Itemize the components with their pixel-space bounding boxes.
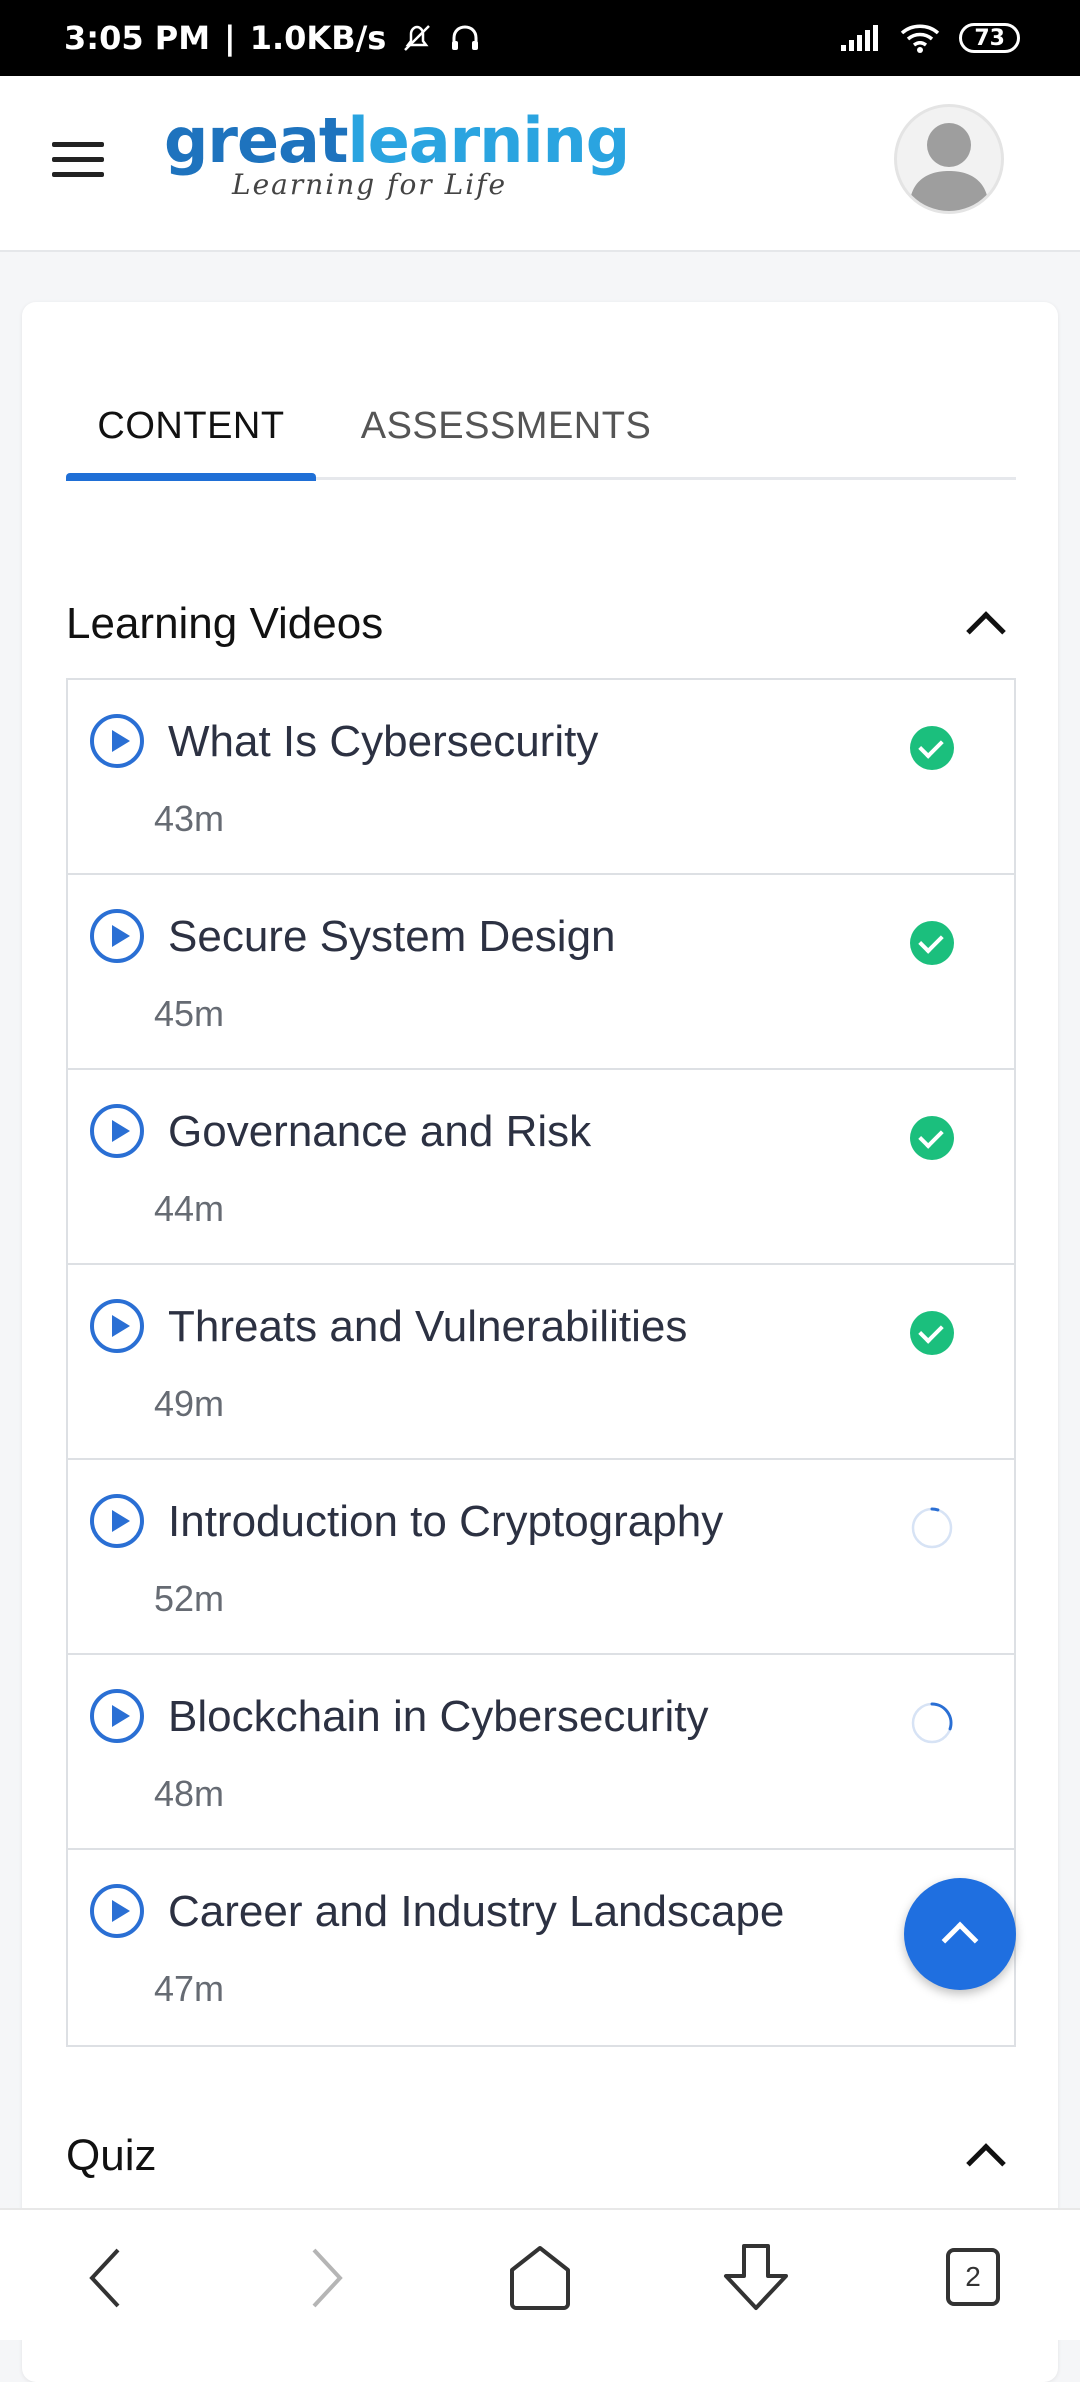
play-icon[interactable] <box>90 714 144 768</box>
chevron-up-icon[interactable] <box>966 611 1006 651</box>
video-title: Blockchain in Cybersecurity <box>168 1692 709 1741</box>
video-title: Career and Industry Landscape <box>168 1887 785 1936</box>
home-button[interactable] <box>492 2230 588 2326</box>
video-title: Introduction to Cryptography <box>168 1497 724 1546</box>
logo-part2: learning <box>347 104 630 177</box>
active-tab-indicator <box>66 473 316 481</box>
tabs-button[interactable]: 2 <box>924 2230 1020 2326</box>
back-button[interactable] <box>60 2230 156 2326</box>
home-icon <box>510 2246 570 2310</box>
progress-ring-icon <box>911 1702 953 1744</box>
video-duration: 45m <box>154 993 225 1034</box>
network-speed: 1.0KB/s <box>249 19 387 57</box>
battery-level: 73 <box>974 25 1005 51</box>
section-title: Learning Videos <box>66 599 384 648</box>
progress-ring-icon <box>911 1507 953 1549</box>
list-item[interactable]: Governance and Risk 44m <box>68 1070 1014 1265</box>
section-title: Quiz <box>66 2131 157 2180</box>
list-item[interactable]: Threats and Vulnerabilities 49m <box>68 1265 1014 1460</box>
logo-part1: great <box>164 104 348 177</box>
list-item[interactable]: Introduction to Cryptography 52m <box>68 1460 1014 1655</box>
status-time: 3:05 PM <box>64 19 211 57</box>
play-icon[interactable] <box>90 1884 144 1938</box>
check-circle-icon <box>910 726 954 770</box>
chevron-up-icon[interactable] <box>966 2143 1006 2183</box>
wifi-icon <box>901 24 940 53</box>
bell-muted-icon <box>404 25 431 51</box>
play-icon[interactable] <box>90 1299 144 1353</box>
check-circle-icon <box>910 1311 954 1355</box>
download-button[interactable] <box>708 2230 804 2326</box>
signal-icon <box>841 25 879 51</box>
play-icon[interactable] <box>90 909 144 963</box>
list-item[interactable]: Secure System Design 45m <box>68 875 1014 1070</box>
course-content-card: CONTENT ASSESSMENTS Learning Videos What… <box>22 302 1058 2382</box>
tab-assessments[interactable]: ASSESSMENTS <box>361 372 651 480</box>
check-circle-icon <box>910 1116 954 1160</box>
section-header-learning-videos[interactable]: Learning Videos <box>66 584 1016 664</box>
video-title: Secure System Design <box>168 912 616 961</box>
logo[interactable]: greatlearning Learning for Life <box>164 104 630 202</box>
check-circle-icon <box>910 921 954 965</box>
video-title: What Is Cybersecurity <box>168 717 599 766</box>
browser-nav-bar: 2 <box>0 2208 1080 2340</box>
tab-bar: CONTENT ASSESSMENTS <box>66 372 1016 481</box>
avatar[interactable] <box>894 104 1004 214</box>
forward-button[interactable] <box>276 2230 372 2326</box>
play-icon[interactable] <box>90 1104 144 1158</box>
headphones-icon <box>452 25 479 50</box>
video-duration: 44m <box>154 1188 225 1229</box>
video-title: Governance and Risk <box>168 1107 592 1156</box>
battery-icon: 73 <box>959 23 1020 53</box>
video-list: What Is Cybersecurity 43m Secure System … <box>66 678 1016 2047</box>
video-duration: 48m <box>154 1773 225 1814</box>
play-icon[interactable] <box>90 1494 144 1548</box>
list-item[interactable]: What Is Cybersecurity 43m <box>68 680 1014 875</box>
video-duration: 47m <box>154 1968 225 2009</box>
list-item[interactable]: Career and Industry Landscape 47m <box>68 1850 1014 2045</box>
video-duration: 52m <box>154 1578 225 1619</box>
download-icon <box>724 2244 788 2310</box>
status-bar: 3:05 PM | 1.0KB/s 73 <box>0 0 1080 76</box>
section-header-quiz[interactable]: Quiz <box>66 2116 1016 2196</box>
tab-count: 2 <box>946 2248 1000 2306</box>
video-title: Threats and Vulnerabilities <box>168 1302 688 1351</box>
video-duration: 43m <box>154 798 225 839</box>
tab-content[interactable]: CONTENT <box>66 372 316 480</box>
play-icon[interactable] <box>90 1689 144 1743</box>
scroll-to-top-button[interactable] <box>904 1878 1016 1990</box>
user-icon <box>909 123 989 211</box>
app-header: greatlearning Learning for Life <box>0 76 1080 252</box>
menu-icon[interactable] <box>52 142 104 182</box>
chevron-left-icon <box>89 2248 120 2308</box>
chevron-right-icon <box>312 2248 343 2308</box>
video-duration: 49m <box>154 1383 225 1424</box>
list-item[interactable]: Blockchain in Cybersecurity 48m <box>68 1655 1014 1850</box>
chevron-up-icon <box>941 1921 979 1959</box>
